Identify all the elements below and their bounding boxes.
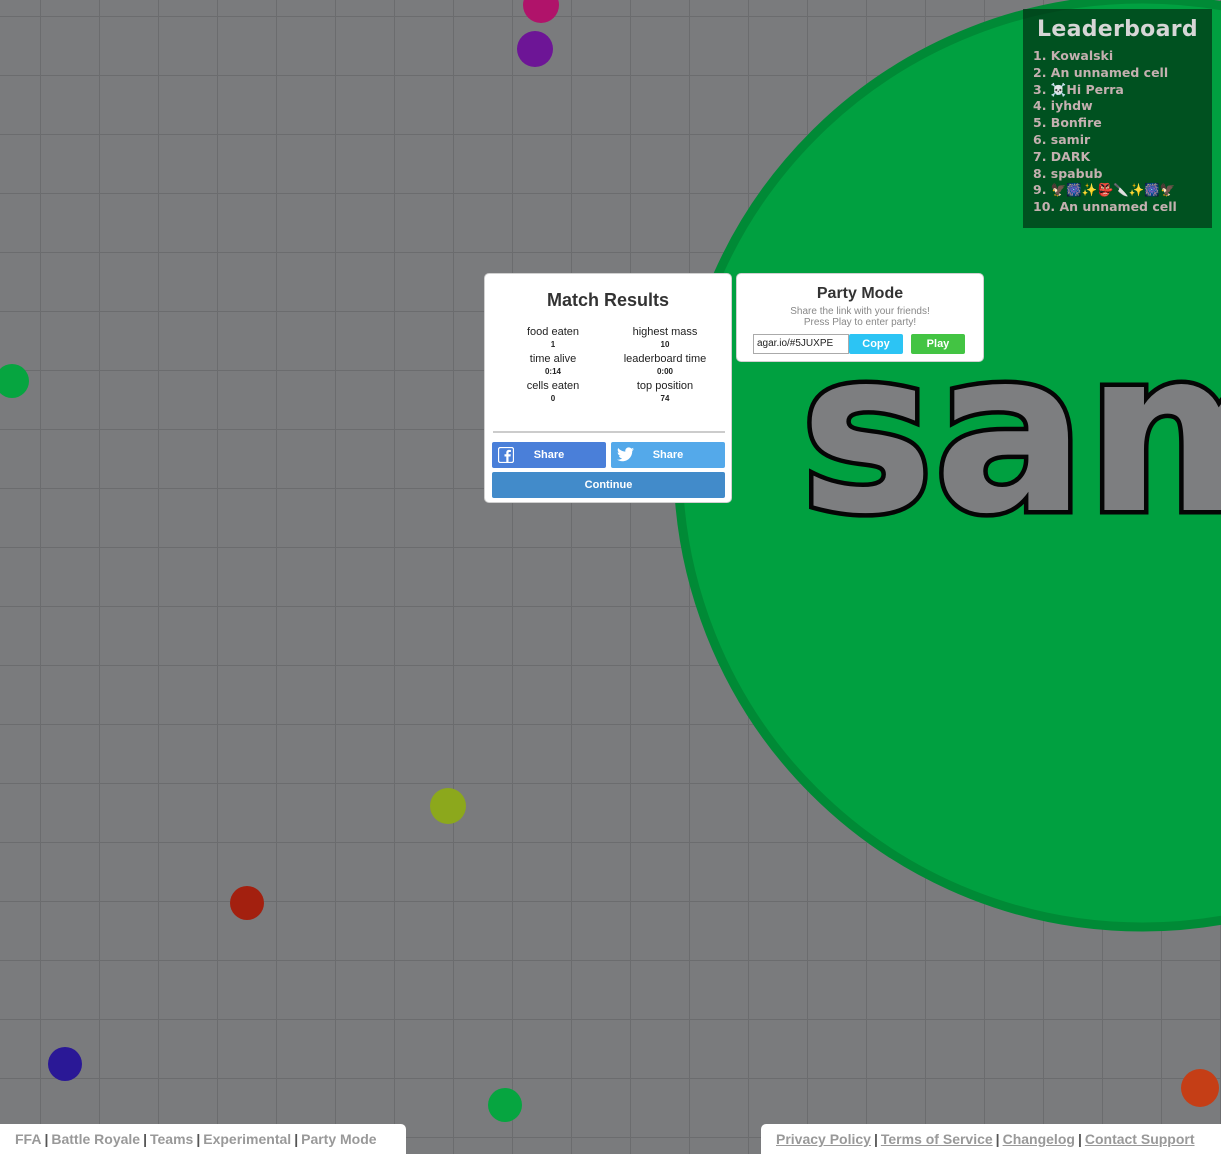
leaderboard-entry: 9. 🦅🎆✨👺🔪✨🎆🦅: [1033, 182, 1176, 198]
party-mode-subtitle: Share the link with your friends! Press …: [737, 306, 983, 328]
stat-value: 0:14: [544, 367, 561, 376]
privacy-policy-link[interactable]: Privacy Policy: [776, 1131, 871, 1147]
party-link-field[interactable]: agar.io/#5JUXPE: [753, 334, 849, 354]
stat-highest-mass: highest mass 10: [603, 326, 727, 349]
copy-button[interactable]: Copy: [849, 334, 903, 354]
party-subtitle-line-1: Share the link with your friends!: [790, 306, 930, 317]
stat-food-eaten: food eaten 1: [491, 326, 615, 349]
match-results-title: Match Results: [546, 290, 670, 310]
stat-value: 10: [660, 340, 670, 349]
mode-link-ffa[interactable]: FFA: [15, 1131, 41, 1147]
stat-value: 0:00: [656, 367, 673, 376]
contact-support-link[interactable]: Contact Support: [1085, 1131, 1195, 1147]
separator: |: [196, 1131, 201, 1147]
food-cell-green-left: [0, 364, 29, 398]
footer-legal-links: Privacy Policy | Terms of Service | Changelo…: [761, 1124, 1221, 1154]
stat-time-alive: time alive 0:14: [491, 353, 615, 376]
separator: |: [44, 1131, 49, 1147]
stat-value: 1: [550, 340, 556, 349]
stat-label: leaderboard time: [623, 353, 707, 365]
separator: |: [294, 1131, 299, 1147]
mode-link-teams[interactable]: Teams: [150, 1131, 193, 1147]
food-cell-magenta: [523, 0, 559, 23]
stat-value: 74: [660, 394, 670, 403]
stat-label: top position: [636, 380, 694, 392]
terms-of-service-link[interactable]: Terms of Service: [881, 1131, 993, 1147]
leaderboard-entry: 1. Kowalski: [1033, 48, 1114, 63]
stat-cells-eaten: cells eaten 0: [491, 380, 615, 403]
stat-label: food eaten: [527, 326, 579, 338]
facebook-icon: [498, 447, 514, 463]
share-twitter-button[interactable]: Share: [611, 442, 725, 468]
food-cell-olive: [430, 788, 466, 824]
leaderboard-entry: 4. iyhdw: [1033, 98, 1093, 114]
party-mode-title: Party Mode: [816, 285, 904, 302]
leaderboard-entry: 6. samir: [1033, 131, 1091, 147]
leaderboard: Leaderboard 1. Kowalski 2. An unnamed ce…: [1023, 9, 1212, 228]
leaderboard-entry: 2. An unnamed cell: [1033, 64, 1169, 80]
mode-link-experimental[interactable]: Experimental: [203, 1131, 291, 1147]
separator: |: [1077, 1131, 1082, 1147]
party-subtitle-line-2: Press Play to enter party!: [803, 317, 917, 328]
food-cell-red: [230, 886, 264, 920]
play-button[interactable]: Play: [911, 334, 965, 354]
share-twitter-label: Share: [652, 449, 684, 461]
food-cell-purple: [517, 31, 553, 67]
mode-link-battle-royale[interactable]: Battle Royale: [51, 1131, 140, 1147]
separator: |: [995, 1131, 1000, 1147]
stat-label: cells eaten: [526, 380, 580, 392]
leaderboard-title: Leaderboard: [1037, 17, 1198, 42]
food-cell-green-bottom: [488, 1088, 522, 1122]
food-cell-orange: [1181, 1069, 1219, 1107]
share-facebook-label: Share: [533, 449, 565, 461]
leaderboard-entry: 3. ☠️Hi Perra: [1033, 81, 1124, 97]
twitter-icon: [617, 447, 634, 462]
stat-label: time alive: [529, 353, 577, 365]
stat-label: highest mass: [632, 326, 698, 338]
food-cell-blue: [48, 1047, 82, 1081]
stat-leaderboard-time: leaderboard time 0:00: [603, 353, 727, 376]
leaderboard-entry: 8. spabub: [1033, 165, 1103, 181]
mode-link-party-mode[interactable]: Party Mode: [301, 1131, 376, 1147]
share-facebook-button[interactable]: Share: [492, 442, 606, 468]
party-mode-panel: Party Mode Share the link with your frie…: [736, 273, 984, 362]
results-divider: [493, 431, 725, 433]
leaderboard-entry: 7. DARK: [1033, 148, 1091, 164]
footer-game-modes: FFA | Battle Royale | Teams | Experimental | Par…: [0, 1124, 406, 1154]
stat-top-position: top position 74: [603, 380, 727, 403]
changelog-link[interactable]: Changelog: [1003, 1131, 1075, 1147]
leaderboard-entry: 10. An unnamed cell: [1033, 199, 1177, 215]
separator: |: [143, 1131, 147, 1147]
match-results-panel: Match Results food eaten 1 highest mass …: [484, 273, 732, 503]
leaderboard-entry: 5. Bonfire: [1033, 115, 1102, 131]
separator: |: [873, 1131, 878, 1147]
continue-button[interactable]: Continue: [492, 472, 725, 498]
stat-value: 0: [550, 394, 556, 403]
